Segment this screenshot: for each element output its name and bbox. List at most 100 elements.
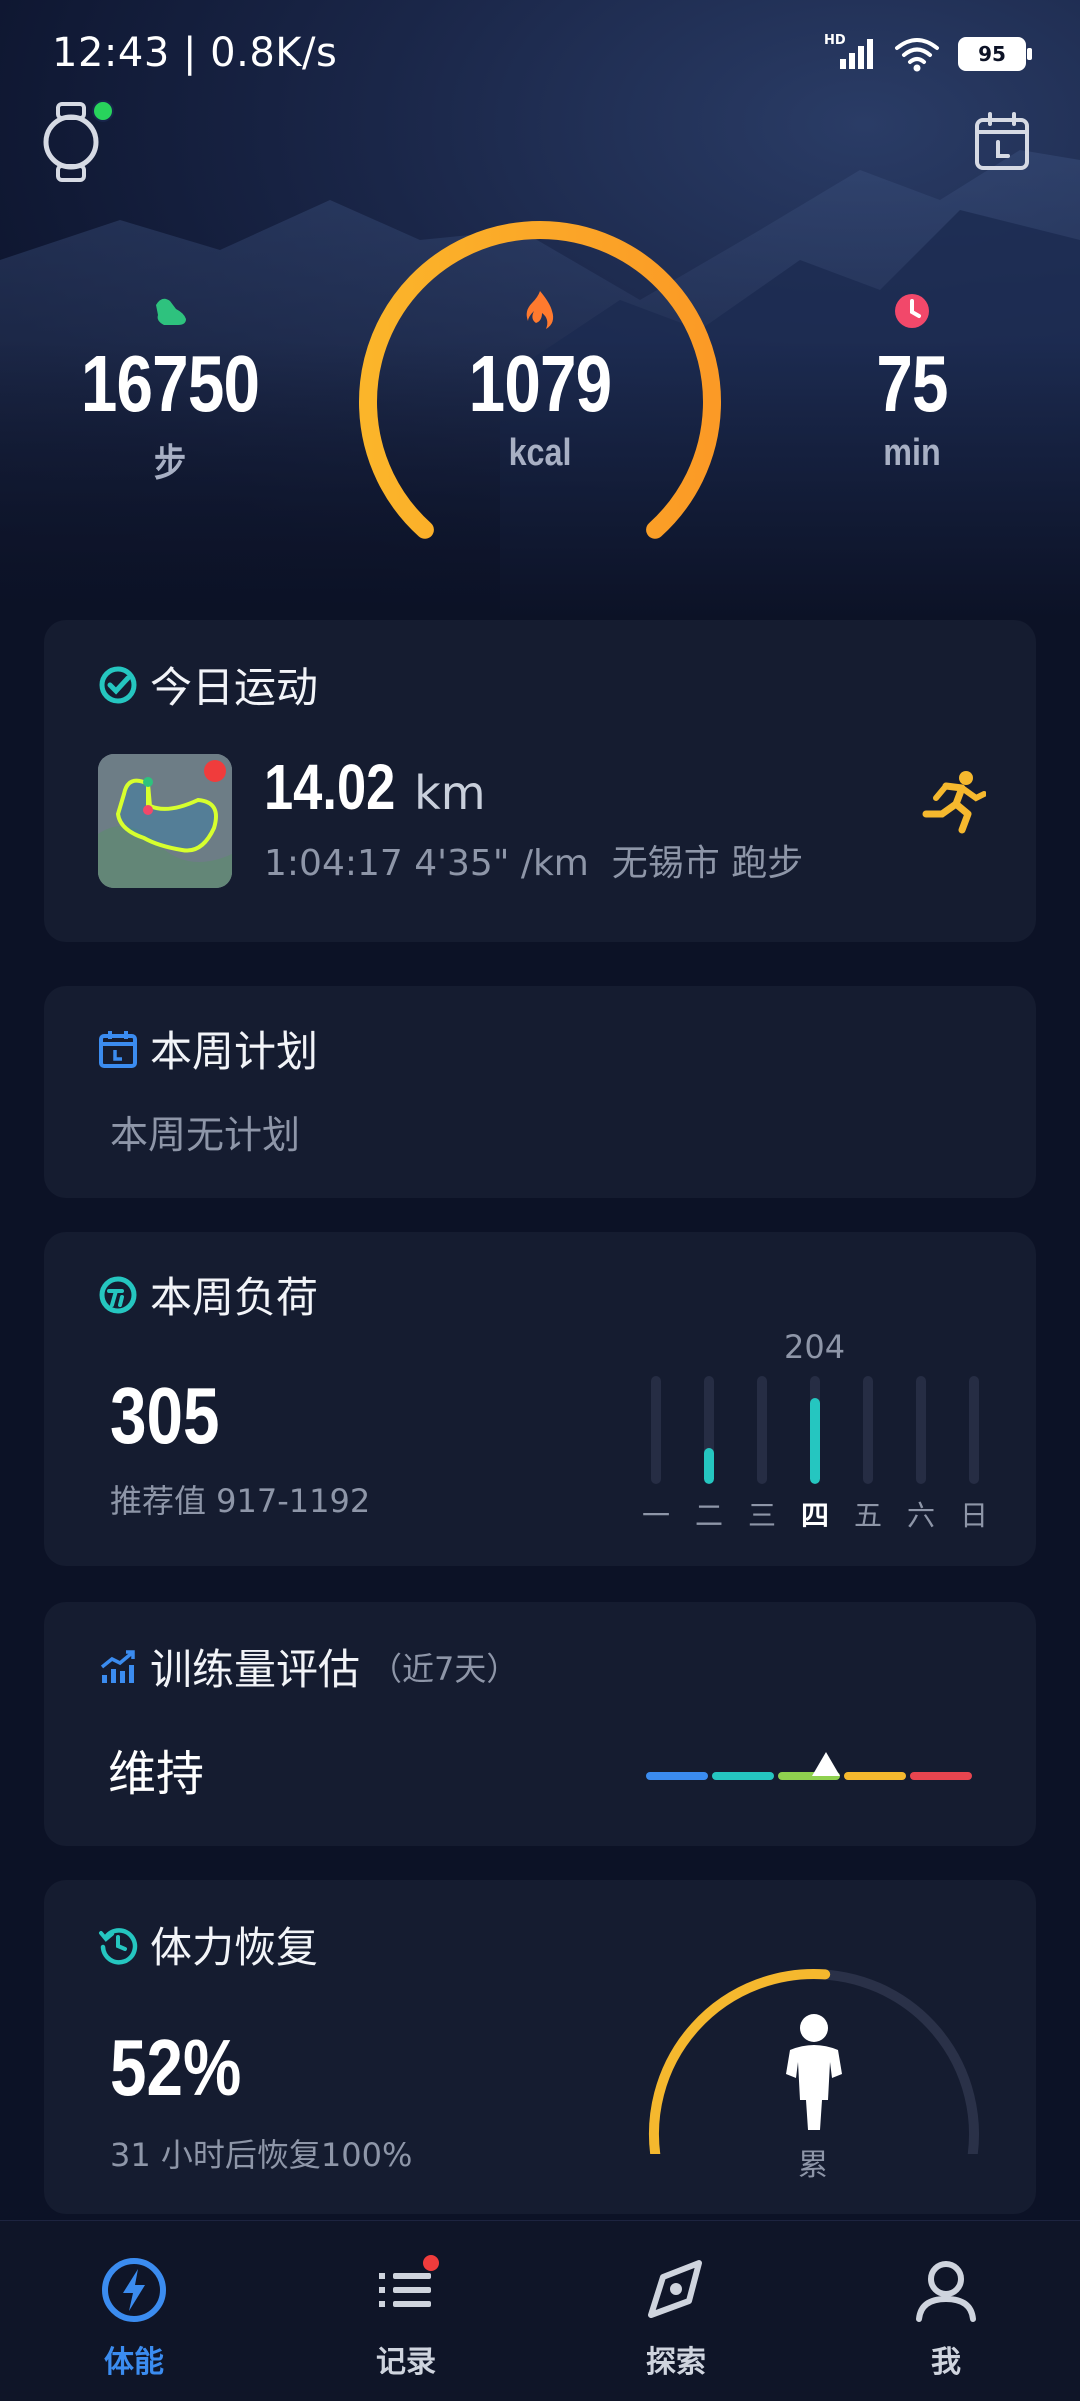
- weekly-load-bar-track: [916, 1376, 926, 1484]
- today-workout-header: 今日运动: [96, 654, 318, 715]
- weekly-plan-empty: 本周无计划: [110, 1113, 301, 1157]
- weekly-load-day-7: 日: [954, 1376, 994, 1534]
- workout-distance: 14.02 km: [264, 750, 486, 824]
- status-time: 12:43 | 0.8K/s: [52, 30, 338, 76]
- weekly-load-title: 本周负荷: [150, 1273, 319, 1322]
- battery-indicator: 95: [958, 37, 1032, 71]
- network-badge: HD: [824, 33, 846, 48]
- weekly-load-bar-track: [969, 1376, 979, 1484]
- calories-stat[interactable]: 1079 kcal: [410, 288, 670, 475]
- route-badge-dot: [204, 760, 226, 782]
- calendar-button[interactable]: [974, 112, 1030, 172]
- weekly-load-day-label: 二: [694, 1499, 723, 1532]
- weekly-load-bar-fill: [704, 1448, 714, 1484]
- weekly-load-bar-fill: [810, 1398, 820, 1484]
- weekly-load-day-3: 三: [742, 1376, 782, 1534]
- today-workout-card[interactable]: 今日运动 14.02 km 1:04:17 4'35" /km 无锡市 跑步: [44, 620, 1036, 942]
- weekly-load-day-label: 日: [959, 1499, 988, 1532]
- flame-icon: [410, 288, 670, 334]
- scale-segment: [712, 1772, 774, 1780]
- recovery-detail: 31 小时后恢复100%: [110, 2136, 413, 2174]
- weekly-load-value: 305: [110, 1371, 220, 1460]
- bottom-nav: 体能 记录 探索 我: [0, 2220, 1080, 2401]
- weekly-load-bar-track: [810, 1376, 820, 1484]
- nav-records[interactable]: 记录: [336, 2255, 476, 2381]
- training-eval-card[interactable]: 训练量评估 （近7天） 维持: [44, 1602, 1036, 1846]
- load-gauge-icon: [96, 1273, 140, 1317]
- calendar-icon: [975, 112, 1029, 170]
- weekly-load-bar-track: [651, 1376, 661, 1484]
- check-circle-icon: [96, 663, 140, 707]
- training-eval-header: 训练量评估 （近7天）: [96, 1636, 518, 1697]
- weekly-load-day-label: 四: [800, 1499, 829, 1532]
- scale-marker: [811, 1752, 840, 1776]
- weekly-load-bar-track: [704, 1376, 714, 1484]
- workout-distance-unit: km: [414, 766, 486, 820]
- nav-records-label: 记录: [376, 2345, 436, 2380]
- weekly-load-day-2: 二: [689, 1376, 729, 1534]
- training-eval-scale: [644, 1748, 974, 1788]
- weekly-plan-card[interactable]: 本周计划 本周无计划: [44, 986, 1036, 1198]
- duration-value: 75: [876, 339, 948, 428]
- fitness-bolt-icon: [102, 2258, 166, 2322]
- watch-connected-dot: [92, 100, 114, 122]
- route-map-thumbnail[interactable]: [98, 754, 232, 888]
- calories-unit: kcal: [508, 432, 572, 474]
- weekly-load-bar-track: [863, 1376, 873, 1484]
- recovery-history-icon: [96, 1923, 140, 1967]
- nav-explore[interactable]: 探索: [606, 2255, 746, 2381]
- steps-value: 16750: [80, 339, 260, 428]
- weekly-plan-header: 本周计划: [96, 1018, 318, 1079]
- recovery-arc-gauge: [648, 1969, 979, 2154]
- nav-fitness[interactable]: 体能: [64, 2255, 204, 2381]
- weekly-load-recommend: 推荐值 917-1192: [110, 1482, 371, 1520]
- today-workout-title: 今日运动: [150, 663, 319, 712]
- workout-details: 1:04:17 4'35" /km 无锡市 跑步: [264, 843, 804, 884]
- workout-distance-value: 14.02: [264, 751, 396, 823]
- weekly-load-bars: 一二三四五六日: [636, 1376, 1002, 1536]
- scale-segment: [844, 1772, 906, 1780]
- calories-value: 1079: [468, 339, 612, 428]
- running-icon: [916, 770, 987, 838]
- plan-calendar-icon: [96, 1027, 140, 1071]
- scale-segment: [910, 1772, 972, 1780]
- weekly-plan-title: 本周计划: [150, 1027, 319, 1076]
- weekly-load-day-label: 五: [853, 1499, 882, 1532]
- recovery-state: 累: [798, 2148, 828, 2183]
- weekly-load-day-5: 五: [848, 1376, 888, 1534]
- wifi-icon: [895, 38, 939, 72]
- recovery-card[interactable]: 体力恢复 52% 31 小时后恢复100% 累: [44, 1880, 1036, 2214]
- weekly-load-day-4: 四: [795, 1376, 835, 1534]
- training-eval-title: 训练量评估: [150, 1645, 361, 1694]
- profile-icon: [916, 2261, 976, 2322]
- nav-me-label: 我: [931, 2345, 961, 2380]
- weekly-load-day-label: 一: [641, 1499, 670, 1532]
- trend-chart-icon: [96, 1645, 140, 1689]
- recovery-title: 体力恢复: [150, 1923, 319, 1972]
- records-badge-dot: [423, 2255, 439, 2271]
- recovery-percent: 52%: [110, 2023, 242, 2112]
- weekly-load-day-6: 六: [901, 1376, 941, 1534]
- weekly-load-day-label: 六: [906, 1499, 935, 1532]
- weekly-load-peak-label: 204: [784, 1328, 846, 1366]
- steps-unit: 步: [153, 443, 187, 485]
- nav-fitness-label: 体能: [104, 2345, 164, 2380]
- status-bar: 12:43 | 0.8K/s HD 95: [0, 0, 1080, 110]
- weekly-load-bar-track: [757, 1376, 767, 1484]
- training-eval-status: 维持: [108, 1746, 205, 1802]
- nav-me[interactable]: 我: [876, 2255, 1016, 2381]
- status-icons: HD 95: [824, 33, 1032, 72]
- nav-explore-label: 探索: [646, 2345, 706, 2380]
- recovery-header: 体力恢复: [96, 1914, 318, 1975]
- steps-stat[interactable]: 16750 步: [40, 288, 300, 487]
- person-icon: [786, 2014, 842, 2130]
- duration-stat[interactable]: 75 min: [782, 288, 1042, 475]
- clock-icon: [782, 288, 1042, 334]
- watch-button[interactable]: [40, 100, 114, 184]
- weekly-load-header: 本周负荷: [96, 1264, 318, 1325]
- footprint-icon: [40, 288, 300, 334]
- compass-icon: [648, 2260, 702, 2318]
- cell-signal-icon: HD: [824, 33, 876, 71]
- weekly-load-day-label: 三: [747, 1499, 776, 1532]
- weekly-load-day-1: 一: [636, 1376, 676, 1534]
